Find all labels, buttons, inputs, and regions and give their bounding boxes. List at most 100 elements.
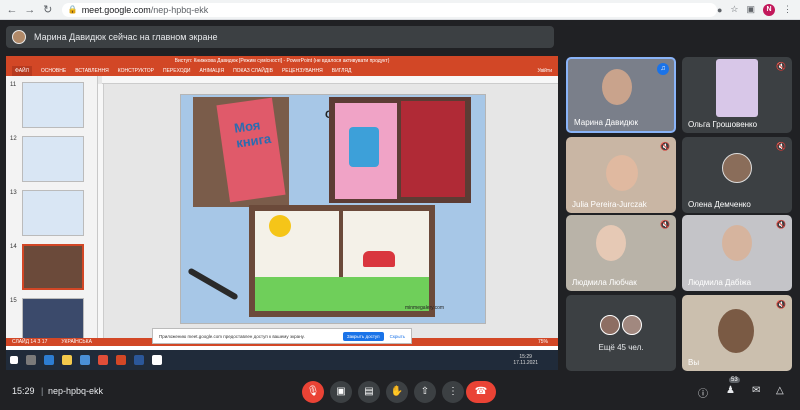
puzzle-icon[interactable]: ▣ (746, 4, 755, 15)
shared-taskbar: 15:29 17.11.2021 (6, 350, 558, 370)
current-slide: Моя книга СЛ minmegalery.com (180, 94, 486, 324)
captions-button[interactable]: ▤ (358, 381, 380, 403)
participant-video (722, 225, 752, 261)
ribbon-tab: РЕЦЕНЗУВАННЯ (281, 68, 323, 74)
participant-name: Людмила Дабіжа (688, 278, 752, 287)
forward-icon[interactable]: → (24, 4, 36, 16)
presenter-banner: Марина Давидюк сейчас на главном экране (6, 26, 554, 48)
raise-hand-button[interactable]: ✋ (386, 381, 408, 403)
participant-avatar (722, 153, 752, 183)
meeting-time: 15:29 (12, 386, 35, 396)
speaking-icon: ♫ (657, 63, 669, 75)
ribbon-tab: АНІМАЦІЯ (199, 68, 225, 74)
mic-toggle-button[interactable]: 🎙 (302, 381, 324, 403)
participant-tile[interactable]: ♫ Марина Давидюк (566, 57, 676, 133)
ribbon-tab: ВСТАВЛЕННЯ (75, 68, 109, 74)
back-icon[interactable]: ← (6, 4, 18, 16)
zoom-level: 75% (537, 339, 548, 345)
powerpoint-title: Виступ: Книжкова Давидюк [Режим суміснос… (6, 56, 558, 66)
leave-call-button[interactable]: ☎ (466, 381, 496, 403)
slide-thumbnail: 11 (10, 82, 94, 130)
status-slide: СЛАЙД 14 З 17 (12, 339, 48, 345)
chrome-icon (98, 355, 108, 365)
participant-name: Олена Демченко (688, 200, 751, 209)
participant-video (602, 69, 632, 105)
vase-image (349, 127, 379, 167)
more-participants-tile[interactable]: Ещё 45 чел. (566, 295, 676, 371)
car-image (363, 251, 395, 267)
presenter-avatar (12, 30, 26, 44)
chat-icon[interactable]: ✉ (752, 385, 760, 396)
people-icon[interactable]: ♟ (726, 385, 735, 396)
folder-icon (62, 355, 72, 365)
participant-video (596, 225, 626, 261)
present-button[interactable]: ⇧ (414, 381, 436, 403)
presenter-banner-text: Марина Давидюк сейчас на главном экране (34, 32, 218, 42)
slide-thumbnail: 13 (10, 190, 94, 238)
ribbon-tab: ОСНОВНЕ (40, 68, 67, 74)
more-participants-label: Ещё 45 чел. (598, 343, 644, 352)
app-icon (152, 355, 162, 365)
ruler-vertical (98, 84, 104, 338)
ribbon-tab: КОНСТРУКТОР (117, 68, 154, 74)
address-bar[interactable]: 🔒 meet.google.com /nep-hpbq-ekk (61, 2, 717, 17)
reload-icon[interactable]: ↻ (42, 4, 54, 16)
toast-text: Приложению meet.google.com предоставлен … (159, 333, 305, 339)
more-options-button[interactable]: ⋮ (442, 381, 464, 403)
info-icon[interactable]: ⓘ (698, 385, 708, 400)
powerpoint-ribbon: ФАЙЛ ОСНОВНЕ ВСТАВЛЕННЯ КОНСТРУКТОР ПЕРЕ… (6, 66, 558, 76)
slide-thumbnail: 12 (10, 136, 94, 184)
slide-thumbnail-image (22, 136, 84, 182)
watermark-text: minmegalery.com (405, 305, 445, 311)
profile-avatar[interactable]: N (763, 3, 775, 16)
slide-number: 13 (10, 190, 17, 196)
participant-tile[interactable]: 🔇 Олена Демченко (682, 137, 792, 213)
hide-toast-button[interactable]: Скрыть (390, 334, 405, 339)
separator: | (41, 386, 44, 396)
participant-name: Марина Давидюк (574, 118, 638, 127)
self-view-tile[interactable]: 🔇 Вы (682, 295, 792, 371)
word-icon (134, 355, 144, 365)
book-photo-1: Моя книга (193, 97, 289, 207)
powerpoint-body: 11 12 13 14 15 Моя книга minmegalery.com (6, 76, 558, 344)
slide-number: 15 (10, 298, 17, 304)
participant-video (716, 59, 758, 117)
browser-toolbar: ← → ↻ 🔒 meet.google.com /nep-hpbq-ekk ● … (0, 0, 800, 20)
participant-tile[interactable]: 🔇 Людмила Любчак (566, 215, 676, 291)
camera-icon[interactable]: ● (717, 5, 722, 15)
slide-number: 11 (10, 82, 17, 88)
url-host: meet.google.com (81, 4, 151, 15)
stop-sharing-button[interactable]: Закрыть доступ (342, 331, 384, 341)
ribbon-tab: ФАЙЛ (12, 66, 32, 76)
slide-thumbnail-image (22, 82, 84, 128)
participant-tile[interactable]: 🔇 Людмила Дабіжа (682, 215, 792, 291)
book-photo-2 (329, 97, 471, 203)
participant-tile[interactable]: 🔇 Ольга Грошовенко (682, 57, 792, 133)
activities-icon[interactable]: △ (776, 385, 784, 396)
ribbon-tab: ПЕРЕХОДИ (163, 68, 191, 74)
participant-avatar (622, 315, 642, 335)
taskbar-clock: 15:29 17.11.2021 (513, 354, 538, 366)
participant-tile[interactable]: 🔇 Julia Pereira-Jurczak (566, 137, 676, 213)
taskbar-date: 17.11.2021 (513, 360, 538, 366)
participant-avatar (600, 315, 620, 335)
mic-off-icon: 🔇 (776, 142, 786, 151)
grass-image (255, 277, 429, 311)
mic-off-icon: 🔇 (660, 220, 670, 229)
slide-thumbnails: 11 12 13 14 15 (6, 76, 98, 344)
slide-thumbnail-image (22, 190, 84, 236)
star-icon[interactable]: ☆ (730, 4, 738, 15)
participant-name: Ольга Грошовенко (688, 120, 758, 129)
store-icon (80, 355, 90, 365)
menu-icon[interactable]: ⋮ (783, 4, 792, 15)
self-name: Вы (688, 358, 700, 367)
status-language: УКРАЇНСЬКА (61, 339, 92, 345)
slide-number: 14 (10, 244, 17, 250)
ruler-horizontal (102, 76, 558, 84)
url-path: /nep-hpbq-ekk (150, 4, 209, 15)
slide-thumbnail-image (22, 244, 84, 290)
mic-off-icon: 🔇 (776, 220, 786, 229)
pen-image (187, 267, 239, 301)
lock-icon: 🔒 (67, 5, 78, 14)
camera-toggle-button[interactable]: ▣ (330, 381, 352, 403)
